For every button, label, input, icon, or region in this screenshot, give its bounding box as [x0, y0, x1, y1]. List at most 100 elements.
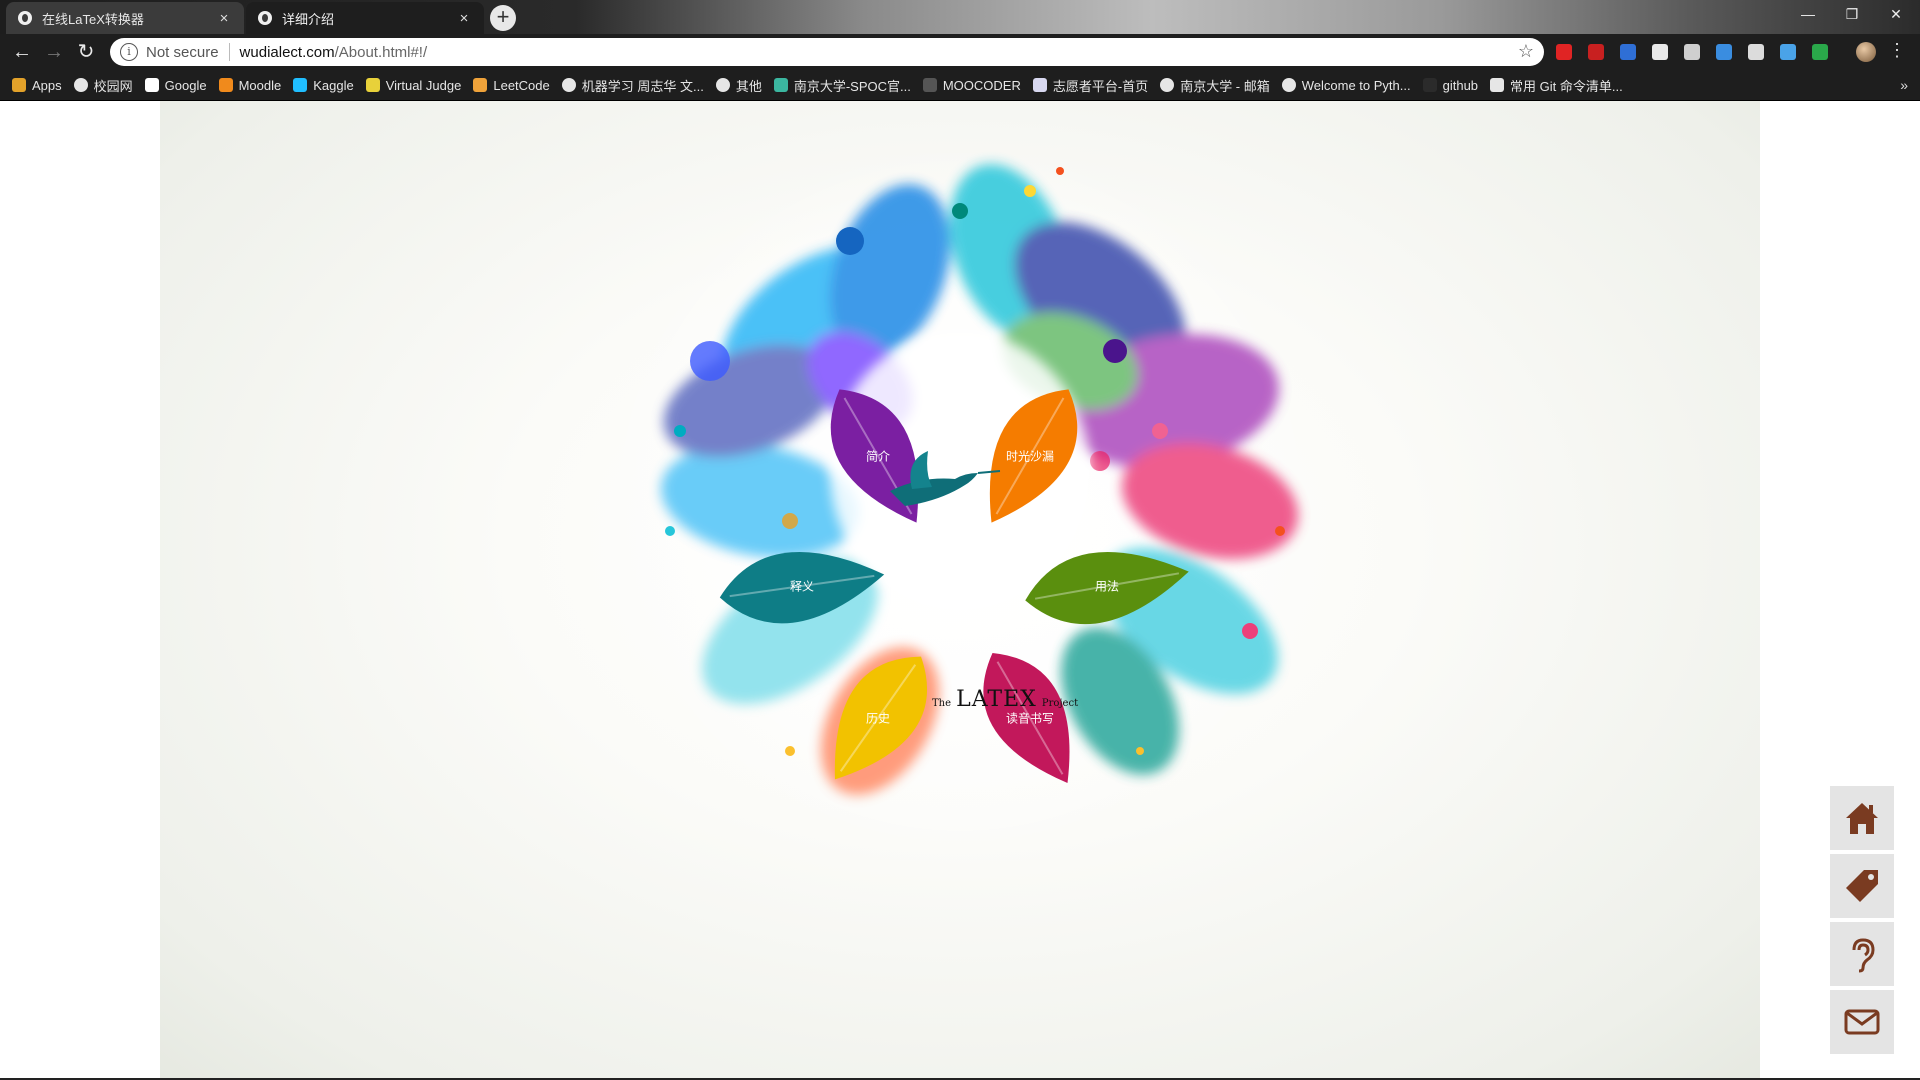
bookmark-item[interactable]: github: [1422, 77, 1479, 93]
bookmark-label: Kaggle: [313, 77, 354, 93]
ear-icon: [1852, 938, 1875, 973]
home-button[interactable]: [1830, 786, 1894, 850]
minimize-button[interactable]: —: [1786, 0, 1830, 28]
url-host: wudialect.com: [239, 43, 335, 61]
bookmark-item[interactable]: Google: [144, 77, 207, 93]
bookmark-item[interactable]: LeetCode: [473, 78, 550, 93]
logo-latex: LATEX: [956, 687, 1037, 712]
bookmarks-overflow-button[interactable]: »: [1900, 77, 1908, 93]
extension-icon[interactable]: [1684, 44, 1700, 60]
leaf-label[interactable]: 历史: [866, 710, 890, 727]
bookmark-label: 志愿者平台-首页: [1052, 78, 1149, 94]
extension-icon[interactable]: [1748, 44, 1764, 60]
tag-button[interactable]: [1830, 854, 1894, 918]
bookmark-label: 其他: [735, 78, 762, 94]
github-icon: [1422, 78, 1437, 92]
doc-icon: [1490, 78, 1505, 92]
divider: [228, 43, 230, 61]
profile-avatar[interactable]: [1856, 42, 1876, 62]
apps-grid-icon: [12, 78, 26, 92]
mail-button[interactable]: [1830, 990, 1894, 1054]
extension-icon[interactable]: [1812, 44, 1828, 60]
tab-detail-intro[interactable]: 详细介绍 ×: [246, 2, 484, 34]
leetcode-icon: [473, 78, 488, 92]
tab-latex-converter[interactable]: 在线LaTeX转换器 ×: [6, 2, 244, 34]
bookmark-label: Welcome to Pyth...: [1301, 77, 1411, 93]
close-window-button[interactable]: ✕: [1874, 0, 1918, 28]
tab-title: 详细介绍: [282, 11, 335, 27]
bookmark-item[interactable]: Virtual Judge: [365, 77, 462, 93]
moodle-icon: [218, 78, 233, 92]
logo-project: Project: [1041, 698, 1079, 709]
leaf-label[interactable]: 读音书写: [1006, 710, 1054, 727]
back-button[interactable]: ←: [10, 40, 34, 64]
bookmark-item[interactable]: Welcome to Pyth...: [1281, 77, 1411, 93]
url-path: /About.html#!/: [334, 43, 428, 61]
bookmark-item[interactable]: Moodle: [218, 77, 282, 93]
bookmark-star-icon[interactable]: ☆: [1518, 41, 1534, 62]
browser-toolbar: ← → ↻ i Not secure wudialect.com/About.h…: [0, 34, 1920, 70]
bookmark-label: 校园网: [93, 78, 133, 94]
leaf-label[interactable]: 释义: [790, 578, 814, 595]
bookmark-item[interactable]: 志愿者平台-首页: [1032, 76, 1149, 95]
bookmark-label: github: [1442, 77, 1479, 93]
restore-button[interactable]: ❐: [1830, 0, 1874, 28]
globe-icon: [18, 11, 32, 25]
tab-close-button[interactable]: ×: [216, 10, 232, 27]
tab-close-button[interactable]: ×: [456, 10, 472, 27]
globe-icon: [715, 78, 730, 92]
bookmark-item[interactable]: 常用 Git 命令清单...: [1490, 76, 1623, 95]
leaf-label[interactable]: 时光沙漏: [1006, 448, 1054, 465]
leaf-label[interactable]: 简介: [866, 448, 890, 465]
bookmark-label: 常用 Git 命令清单...: [1510, 78, 1623, 94]
bookmark-item[interactable]: Kaggle: [293, 77, 354, 93]
tab-strip: 在线LaTeX转换器 × 详细介绍 × + — ❐ ✕: [0, 0, 1920, 34]
splash-flower-art: [600, 141, 1320, 861]
info-icon[interactable]: i: [120, 43, 138, 61]
bookmark-label: Virtual Judge: [385, 77, 462, 93]
bookmark-item[interactable]: Apps: [12, 78, 62, 93]
globe-icon: [1281, 78, 1296, 92]
home-icon: [1846, 803, 1878, 834]
bookmark-item[interactable]: MOOCODER: [922, 77, 1021, 93]
page-content: 简介 时光沙漏释义 用法历史 读音书写 The LATEX Project: [0, 101, 1920, 1080]
globe-icon: [1160, 78, 1175, 92]
bookmark-item[interactable]: 机器学习 周志华 文...: [561, 76, 704, 95]
leaf-label[interactable]: 用法: [1095, 578, 1119, 595]
extension-icon[interactable]: [1620, 44, 1636, 60]
bookmark-label: Google: [164, 77, 207, 93]
logo-the: The: [932, 698, 952, 709]
tag-icon: [1846, 870, 1878, 902]
bookmark-label: Apps: [32, 77, 62, 93]
bookmark-label: 机器学习 周志华 文...: [581, 78, 704, 94]
tab-title: 在线LaTeX转换器: [42, 11, 144, 27]
address-bar[interactable]: i Not secure wudialect.com/About.html#!/…: [110, 38, 1544, 66]
forward-button[interactable]: →: [42, 40, 66, 64]
bookmarks-bar: Apps 校园网 Google Moodle Kaggle Virtual Judge Le…: [0, 70, 1920, 101]
bookmark-item[interactable]: 校园网: [73, 76, 133, 95]
bookmark-label: Moodle: [238, 77, 282, 93]
bookmark-label: 南京大学 - 邮箱: [1180, 78, 1270, 94]
security-label: Not secure: [146, 43, 219, 61]
bookmark-label: MOOCODER: [942, 77, 1021, 93]
extension-icon[interactable]: [1716, 44, 1732, 60]
google-icon: [144, 78, 159, 92]
mail-icon: [1844, 1009, 1880, 1035]
bookmark-item[interactable]: 其他: [715, 76, 762, 95]
reload-button[interactable]: ↻: [74, 40, 98, 64]
extension-icon[interactable]: [1588, 44, 1604, 60]
bookmark-label: 南京大学-SPOC官...: [793, 78, 911, 94]
bookmark-item[interactable]: 南京大学 - 邮箱: [1160, 76, 1270, 95]
moocoder-icon: [922, 78, 937, 92]
extension-icon[interactable]: [1652, 44, 1668, 60]
extension-icon[interactable]: [1780, 44, 1796, 60]
new-tab-button[interactable]: +: [490, 5, 516, 31]
browser-menu-button[interactable]: ⋮: [1888, 40, 1906, 61]
listen-button[interactable]: [1830, 922, 1894, 986]
globe-icon: [258, 11, 272, 25]
kaggle-icon: [293, 78, 308, 92]
bookmark-item[interactable]: 南京大学-SPOC官...: [773, 76, 911, 95]
side-dock: [1830, 786, 1894, 1058]
extension-icon[interactable]: [1556, 44, 1572, 60]
latex-project-logo: The LATEX Project: [932, 687, 1078, 712]
